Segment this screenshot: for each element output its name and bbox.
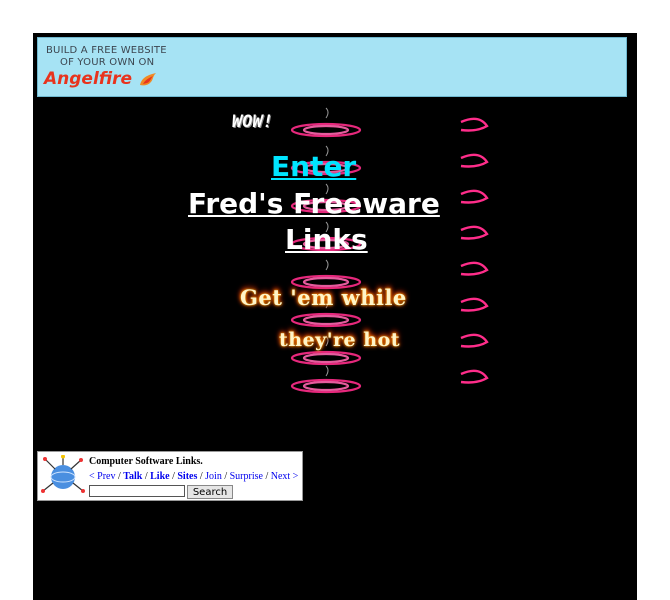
webring-like-link[interactable]: Like [150, 471, 169, 482]
site-title-link-line-2[interactable]: Links [285, 223, 368, 256]
wow-text: WOW! [232, 112, 273, 132]
webring-nav: < Prev / Talk / Like / Sites / Join / Su… [89, 471, 299, 482]
page-body: BUILD A FREE WEBSITE OF YOUR OWN ON Ange… [33, 33, 637, 600]
webring-globe-icon[interactable] [41, 455, 85, 497]
webring-search-input[interactable] [89, 485, 185, 497]
site-title-link-line-1[interactable]: Fred's Freeware [188, 187, 440, 220]
webring-search-button[interactable]: Search [187, 485, 233, 499]
webring-prev-link[interactable]: < Prev [89, 471, 115, 482]
webring-next-link[interactable]: Next > [271, 471, 299, 482]
webring-sites-link[interactable]: Sites [177, 471, 197, 482]
banner-line-2: OF YOUR OWN ON [60, 57, 155, 68]
angelfire-banner[interactable]: BUILD A FREE WEBSITE OF YOUR OWN ON Ange… [37, 37, 627, 97]
teacup-side-strip-image [460, 117, 489, 384]
banner-line-1: BUILD A FREE WEBSITE [46, 45, 167, 56]
enter-link[interactable]: Enter [271, 150, 417, 183]
tagline-fire-text-2: they're hot [279, 329, 401, 351]
webring-join-link[interactable]: Join [205, 471, 222, 482]
tagline-fire-text-1: Get 'em while [240, 285, 407, 310]
webring-surprise-link[interactable]: Surprise [230, 471, 263, 482]
angelfire-logo: Angelfire [44, 69, 133, 89]
webring-talk-link[interactable]: Talk [123, 471, 142, 482]
webring-title: Computer Software Links. [89, 456, 203, 467]
flame-icon [140, 73, 156, 86]
webring-widget: Computer Software Links. < Prev / Talk /… [37, 451, 303, 501]
